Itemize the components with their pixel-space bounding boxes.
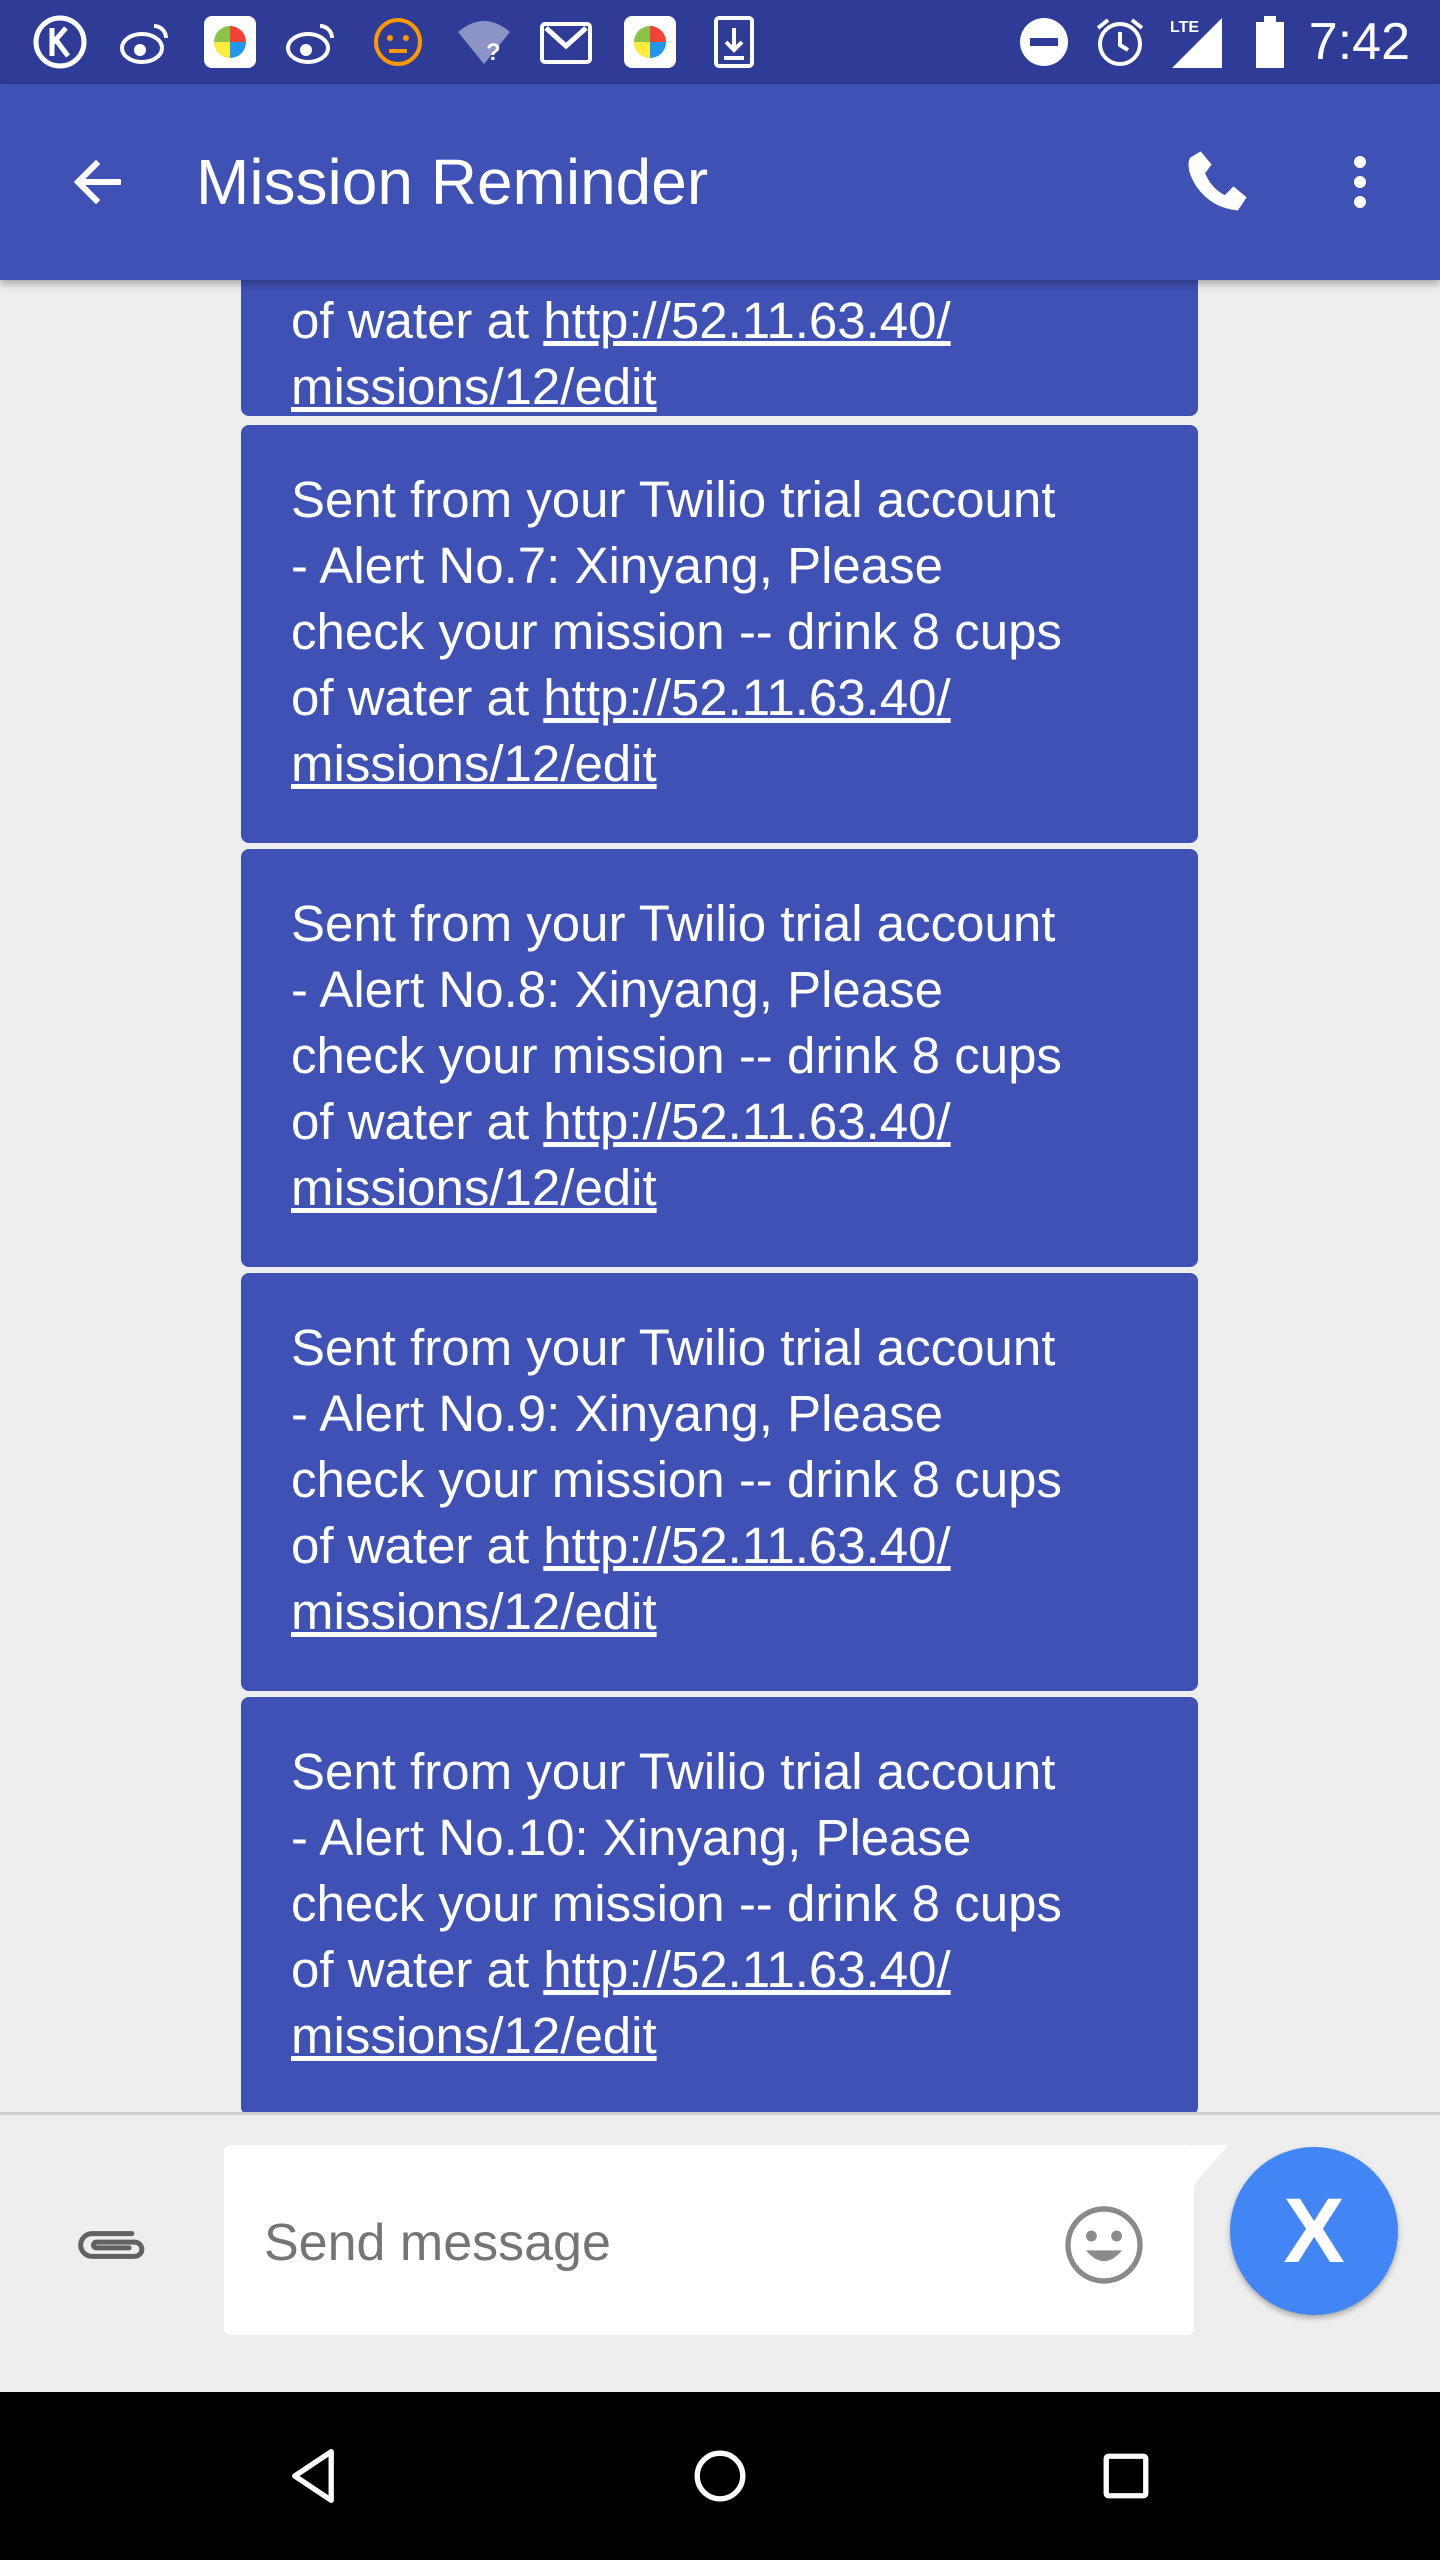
attach-button[interactable] <box>60 2215 164 2275</box>
message-link[interactable]: http://52.11.63.40/ <box>543 1093 950 1150</box>
app-bar: Mission Reminder <box>0 84 1440 280</box>
weibo-icon <box>282 12 342 72</box>
message-link[interactable]: http://52.11.63.40/ <box>543 1941 950 1998</box>
lte-signal-icon: LTE <box>1166 12 1226 72</box>
mi-app-icon <box>620 12 680 72</box>
page-title: Mission Reminder <box>196 146 709 218</box>
gmail-icon <box>536 12 596 72</box>
status-bar: ? LTE 7:42 <box>0 0 1440 84</box>
download-icon <box>704 12 764 72</box>
mi-app-icon <box>200 12 260 72</box>
more-vert-icon <box>1354 156 1366 208</box>
svg-text:?: ? <box>486 39 501 66</box>
message-bubble[interactable]: Sent from your Twilio trial account - Al… <box>241 1273 1198 1691</box>
phone-icon <box>1188 151 1247 211</box>
message-input-container <box>224 2145 1194 2335</box>
message-link[interactable]: missions/12/edit <box>291 1159 657 1216</box>
send-button[interactable]: X <box>1230 2147 1398 2315</box>
nav-recents-button[interactable] <box>1076 2426 1176 2526</box>
nav-back-button[interactable] <box>266 2426 366 2526</box>
k-app-icon <box>30 12 90 72</box>
battery-icon <box>1240 12 1300 72</box>
message-bubble[interactable]: Sent from your Twilio trial account - Al… <box>241 849 1198 1267</box>
status-time: 7:42 <box>1308 13 1410 71</box>
message-bubble[interactable]: of water at http://52.11.63.40/ missions… <box>241 280 1198 416</box>
call-button[interactable] <box>1168 134 1264 230</box>
face-icon <box>368 12 428 72</box>
arrow-back-icon <box>73 159 121 205</box>
home-circle-icon <box>694 2450 746 2502</box>
message-link[interactable]: http://52.11.63.40/ <box>543 669 950 726</box>
navigation-bar <box>0 2392 1440 2560</box>
back-triangle-icon <box>292 2449 334 2503</box>
message-text: Sent from your Twilio trial account - Al… <box>291 1319 1062 1640</box>
message-link[interactable]: http://52.11.63.40/ <box>543 292 950 349</box>
smiley-icon <box>1065 2206 1143 2284</box>
input-tail <box>1192 2145 1228 2187</box>
back-button[interactable] <box>50 134 146 230</box>
message-input[interactable] <box>264 2203 1044 2283</box>
do-not-disturb-icon <box>1014 12 1074 72</box>
nav-home-button[interactable] <box>670 2426 770 2526</box>
message-link[interactable]: missions/12/edit <box>291 1583 657 1640</box>
wifi-question-icon: ? <box>454 12 514 72</box>
message-text: Sent from your Twilio trial account - Al… <box>291 1743 1062 2064</box>
emoji-button[interactable] <box>1054 2195 1154 2295</box>
compose-bar: X <box>0 2112 1440 2392</box>
message-text: Sent from your Twilio trial account - Al… <box>291 895 1062 1216</box>
message-link[interactable]: missions/12/edit <box>291 358 657 415</box>
message-link[interactable]: missions/12/edit <box>291 735 657 792</box>
message-link[interactable]: http://52.11.63.40/ <box>543 1517 950 1574</box>
screen: ? LTE 7:42 Mission Reminder of water at … <box>0 0 1440 2560</box>
conversation-list[interactable]: of water at http://52.11.63.40/ missions… <box>0 280 1440 2112</box>
alarm-icon <box>1090 12 1150 72</box>
svg-text:LTE: LTE <box>1170 19 1199 36</box>
weibo-icon <box>116 12 176 72</box>
message-bubble[interactable]: Sent from your Twilio trial account - Al… <box>241 1697 1198 2112</box>
paperclip-icon <box>78 2231 145 2259</box>
message-bubble[interactable]: Sent from your Twilio trial account - Al… <box>241 425 1198 843</box>
recents-square-icon <box>1103 2453 1149 2499</box>
message-text: Sent from your Twilio trial account - Al… <box>291 471 1062 792</box>
message-text: of water at http://52.11.63.40/ missions… <box>291 292 951 415</box>
more-options-button[interactable] <box>1312 134 1408 230</box>
message-link[interactable]: missions/12/edit <box>291 2007 657 2064</box>
